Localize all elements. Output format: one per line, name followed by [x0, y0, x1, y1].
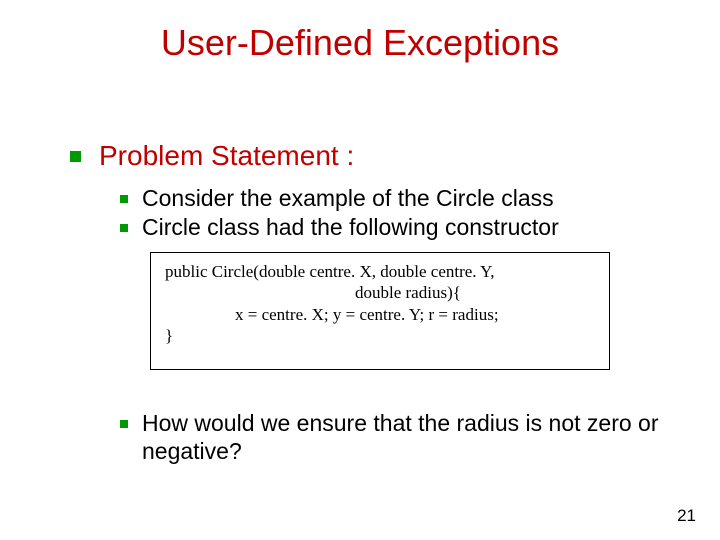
slide-title: User-Defined Exceptions [0, 0, 720, 74]
square-bullet-icon [120, 420, 128, 428]
page-number: 21 [677, 506, 696, 526]
bullet-list: Consider the example of the Circle class… [120, 185, 559, 242]
code-line: public Circle(double centre. X, double c… [165, 261, 595, 282]
slide: User-Defined Exceptions Problem Statemen… [0, 0, 720, 540]
list-item-text: Circle class had the following construct… [142, 214, 559, 242]
list-item: Circle class had the following construct… [120, 214, 559, 242]
followup-question: How would we ensure that the radius is n… [120, 410, 680, 466]
code-line: double radius){ [165, 282, 595, 303]
list-item-text: Consider the example of the Circle class [142, 185, 554, 213]
problem-statement-heading: Problem Statement : [70, 140, 354, 172]
square-bullet-icon [70, 151, 81, 162]
list-item: Consider the example of the Circle class [120, 185, 559, 213]
list-item-text: How would we ensure that the radius is n… [142, 410, 680, 465]
square-bullet-icon [120, 224, 128, 232]
heading-text: Problem Statement : [99, 140, 354, 172]
code-line: } [165, 325, 595, 346]
list-item: How would we ensure that the radius is n… [120, 410, 680, 465]
code-box: public Circle(double centre. X, double c… [150, 252, 610, 370]
square-bullet-icon [120, 195, 128, 203]
code-line: x = centre. X; y = centre. Y; r = radius… [165, 304, 595, 325]
